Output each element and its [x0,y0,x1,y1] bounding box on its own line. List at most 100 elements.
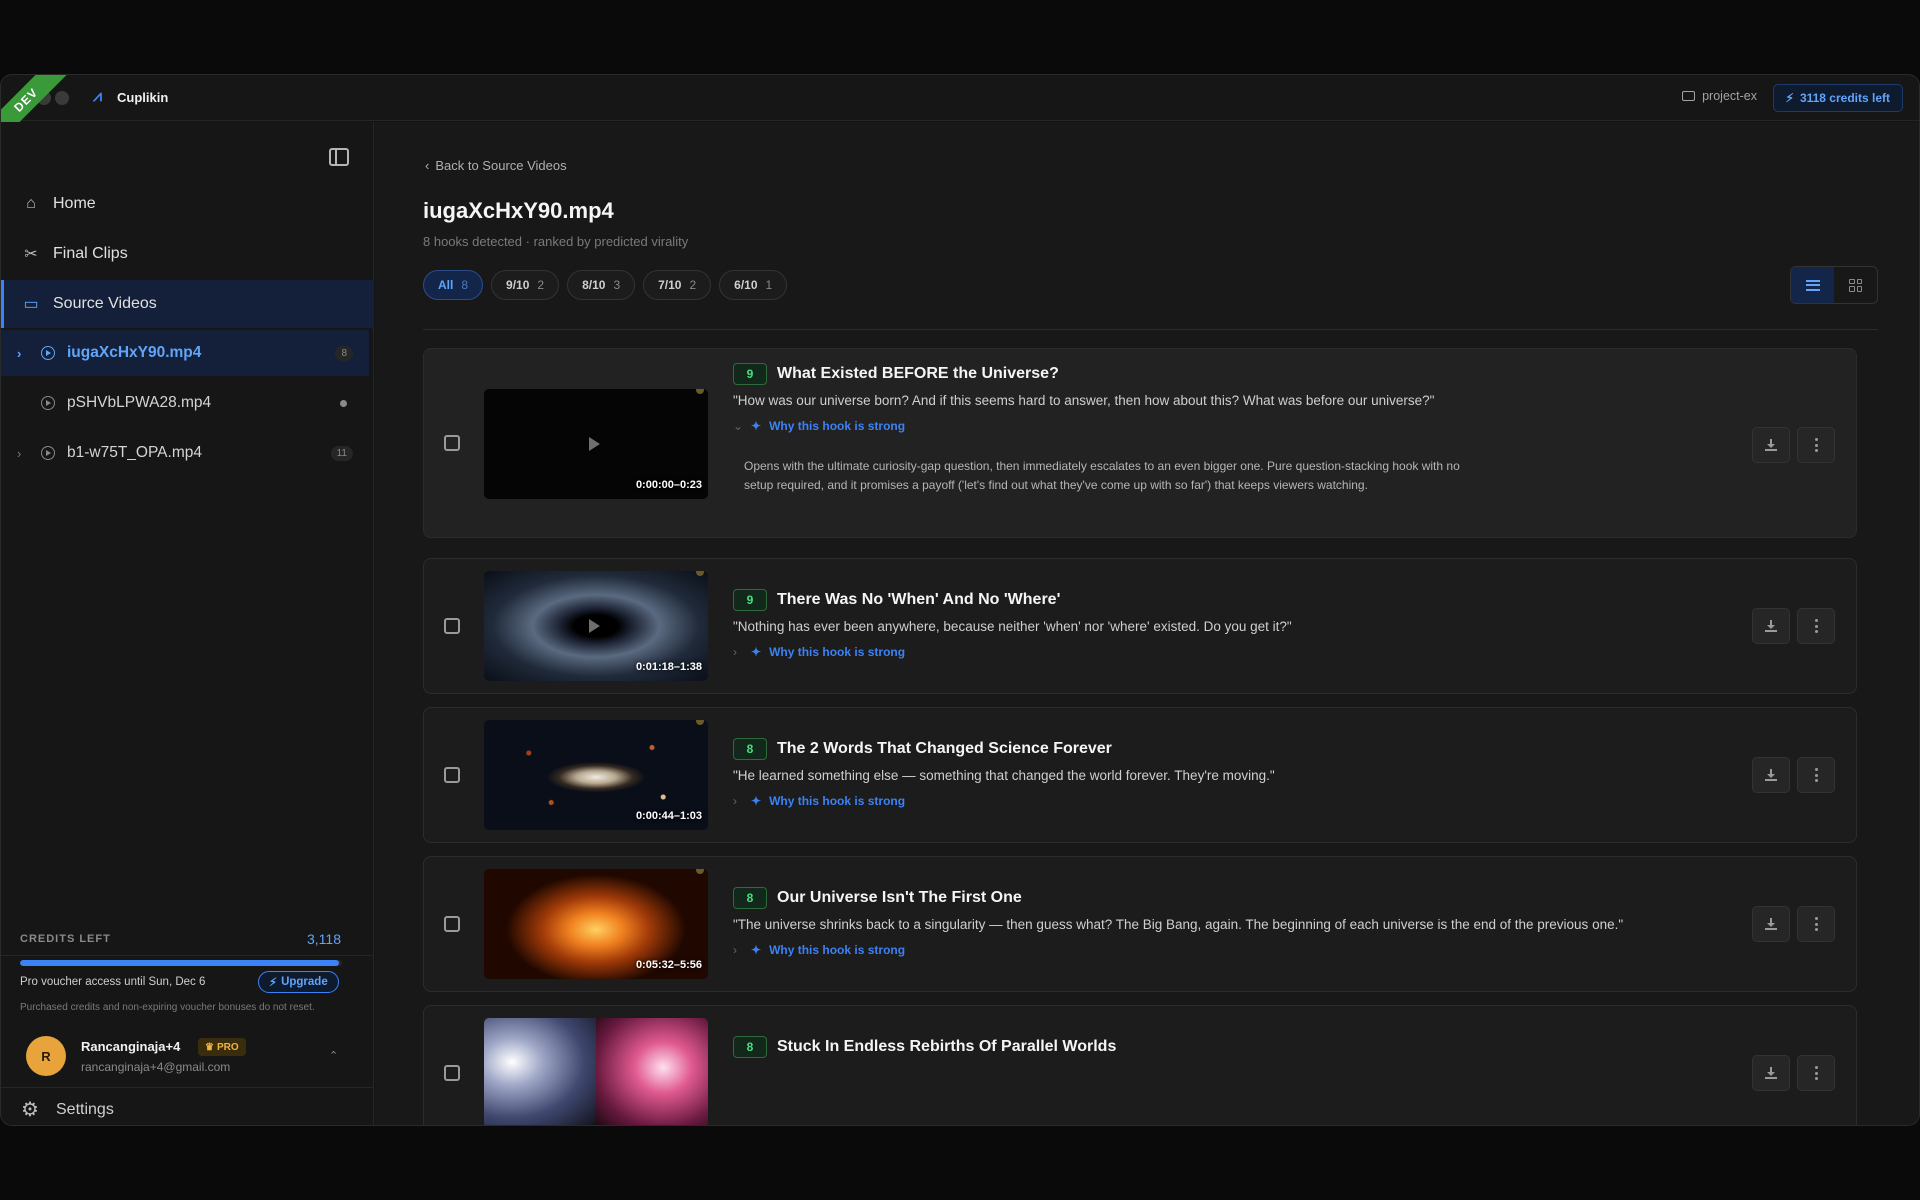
back-link[interactable]: ‹ Back to Source Videos [425,158,567,173]
more-vertical-icon [1814,438,1818,452]
divider [423,329,1878,330]
video-thumbnail[interactable] [484,1018,708,1125]
nav-source-videos[interactable]: ▭ Source Videos [1,280,374,328]
clip-timestamp: 0:01:18–1:38 [635,661,702,673]
download-button[interactable] [1752,608,1790,644]
chevron-down-icon: ⌄ [733,419,744,433]
why-hook-label: Why this hook is strong [769,419,906,433]
avatar[interactable]: R [26,1036,66,1076]
hook-quote: "Nothing has ever been anywhere, because… [733,619,1292,634]
video-item-iugaxchxy90[interactable]: › iugaXcHxY90.mp4 8 [1,330,369,376]
chevron-right-icon: › [733,645,737,659]
hook-title: There Was No 'When' And No 'Where' [777,591,1061,608]
why-hook-toggle[interactable]: ⌄ ✦ Why this hook is strong [733,419,905,433]
video-thumbnail[interactable]: 0:00:44–1:03 [484,720,708,830]
list-view-button[interactable] [1791,267,1834,303]
upgrade-label: Upgrade [281,976,328,988]
select-checkbox[interactable] [444,767,460,783]
video-thumbnail[interactable]: 0:01:18–1:38 [484,571,708,681]
why-hook-label: Why this hook is strong [769,943,906,957]
select-checkbox[interactable] [444,1065,460,1081]
lightning-icon: ⚡︎ [269,977,278,989]
download-icon [1765,918,1777,930]
status-dot [340,399,347,407]
filter-count: 3 [613,278,621,292]
score-badge: 9 [733,589,767,611]
filter-all[interactable]: All 8 [423,270,484,300]
hook-card[interactable]: 8 Stuck In Endless Rebirths Of Parallel … [423,1005,1857,1125]
hook-title: The 2 Words That Changed Science Forever [777,740,1112,757]
project-name: project-ex [1702,89,1757,103]
nav-final-clips[interactable]: ✂ Final Clips [1,230,374,278]
credits-pill[interactable]: ⚡︎ 3118 credits left [1772,84,1903,112]
hook-card[interactable]: 0:00:44–1:03 8 The 2 Words That Changed … [423,707,1857,843]
more-options-button[interactable] [1797,608,1835,644]
nav-home[interactable]: ⌂ Home [1,180,374,228]
filter-label: 7/10 [658,278,682,292]
filter-label: All [438,278,454,292]
filter-label: 6/10 [734,278,758,292]
pro-badge-label: PRO [216,1041,239,1053]
hook-card[interactable]: 0:05:32–5:56 8 Our Universe Isn't The Fi… [423,856,1857,992]
why-hook-label: Why this hook is strong [769,645,906,659]
filter-label: 8/10 [582,278,606,292]
more-vertical-icon [1814,1066,1818,1080]
download-icon [1765,769,1777,781]
hook-explanation: Opens with the ultimate curiosity-gap qu… [744,459,1460,492]
chevron-left-icon: ‹ [425,158,430,173]
video-item-label: b1-w75T_OPA.mp4 [67,444,202,461]
nav-final-clips-label: Final Clips [53,245,128,262]
filter-6-10[interactable]: 6/10 1 [719,270,788,300]
more-options-button[interactable] [1797,757,1835,793]
title-bar: DEV ⩘ Cuplikin project-ex ⚡︎ 3118 credit… [1,75,1919,147]
video-item-b1-w75t-opa[interactable]: › b1-w75T_OPA.mp4 11 [1,430,369,476]
download-button[interactable] [1752,427,1790,463]
hook-title: Our Universe Isn't The First One [777,889,1022,906]
clip-timestamp: 0:00:00–0:23 [635,479,702,491]
download-button[interactable] [1752,757,1790,793]
select-checkbox[interactable] [444,916,460,932]
chevron-right-icon[interactable]: › [17,346,41,361]
voucher-text: Pro voucher access until Sun, Dec 6 [20,976,206,988]
grid-view-button[interactable] [1834,267,1877,303]
why-hook-toggle[interactable]: › ✦ Why this hook is strong [733,943,905,957]
video-item-pshvblpwa28[interactable]: pSHVbLPWA28.mp4 [1,380,369,426]
filter-count: 2 [689,278,697,292]
download-button[interactable] [1752,1055,1790,1091]
video-thumbnail[interactable]: 0:00:00–0:23 [484,389,708,499]
upgrade-button[interactable]: ⚡︎ Upgrade [258,971,339,993]
score-filters: All 8 9/10 2 8/10 3 7/10 2 6/10 1 [423,270,788,300]
hook-card[interactable]: 0:01:18–1:38 9 There Was No 'When' And N… [423,558,1857,694]
crown-icon: ♛ [205,1041,214,1053]
sparkle-icon: ✦ [751,419,762,433]
more-options-button[interactable] [1797,906,1835,942]
why-hook-label: Why this hook is strong [769,794,906,808]
video-thumbnail[interactable]: 0:05:32–5:56 [484,869,708,979]
sidebar-divider [1,1087,373,1088]
more-options-button[interactable] [1797,1055,1835,1091]
filter-8-10[interactable]: 8/10 3 [567,270,636,300]
window-maximize-button[interactable] [55,91,69,105]
credits-pill-label: 3118 credits left [1799,91,1890,105]
why-hook-toggle[interactable]: › ✦ Why this hook is strong [733,645,905,659]
select-checkbox[interactable] [444,618,460,634]
filter-9-10[interactable]: 9/10 2 [491,270,560,300]
more-options-button[interactable] [1797,427,1835,463]
hook-card[interactable]: 0:00:00–0:23 9 What Existed BEFORE the U… [423,348,1857,538]
why-hook-toggle[interactable]: › ✦ Why this hook is strong [733,794,905,808]
more-vertical-icon [1814,619,1818,633]
filter-7-10[interactable]: 7/10 2 [643,270,712,300]
play-icon [589,619,600,633]
sidebar-toggle-icon[interactable] [329,148,349,166]
download-button[interactable] [1752,906,1790,942]
score-badge: 9 [733,363,767,385]
settings-button[interactable]: ⚙ Settings [21,1090,114,1125]
select-checkbox[interactable] [444,435,460,451]
chevron-up-icon[interactable]: ⌃ [329,1049,338,1062]
app-window: DEV ⩘ Cuplikin project-ex ⚡︎ 3118 credit… [0,74,1920,1126]
project-selector[interactable]: project-ex [1682,89,1757,103]
chevron-right-icon[interactable]: › [17,446,41,461]
credits-note: Purchased credits and non-expiring vouch… [20,1002,315,1013]
hook-count-badge: 11 [330,445,353,461]
download-icon [1765,1067,1777,1079]
